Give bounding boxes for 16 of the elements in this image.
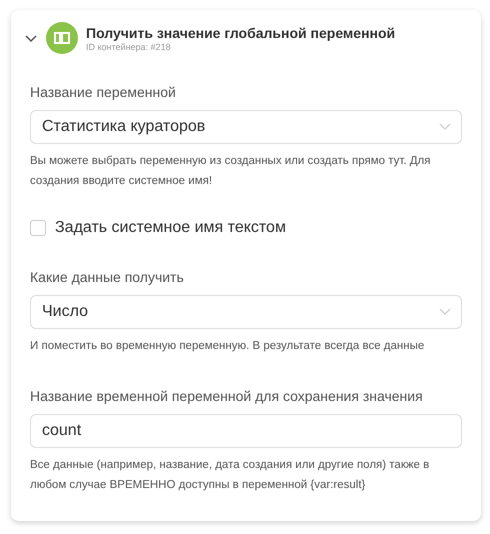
checkbox[interactable]	[30, 220, 46, 236]
variable-icon	[46, 22, 78, 54]
help-text: Вы можете выбрать переменную из созданных или создать прямо тут. Для создания вводите системное имя!	[30, 154, 432, 189]
dropdown-caret-icon	[439, 123, 451, 131]
field-label: Какие данные получить	[30, 269, 185, 285]
help-text: Все данные (например, название, дата создания или другие поля) также в любом случае ВРЕМЕННО доступны в переменной {var:result}	[30, 458, 430, 493]
select-field[interactable]: Число	[30, 295, 462, 329]
select-field[interactable]: Статистика кураторов	[30, 110, 462, 144]
field-label: Название переменной	[30, 84, 177, 100]
block-title: Получить значение глобальной переменной	[86, 24, 396, 40]
container-id: ID контейнера: #218	[86, 42, 172, 52]
dropdown-caret-icon	[439, 308, 451, 316]
checkbox-label[interactable]: Задать системное имя текстом	[55, 219, 286, 237]
field-label: Название временной переменной для сохранения значения	[30, 388, 424, 404]
input-field[interactable]: count	[30, 414, 462, 448]
help-text: И поместить во временную переменную. В результате всегда все данные	[30, 339, 426, 354]
